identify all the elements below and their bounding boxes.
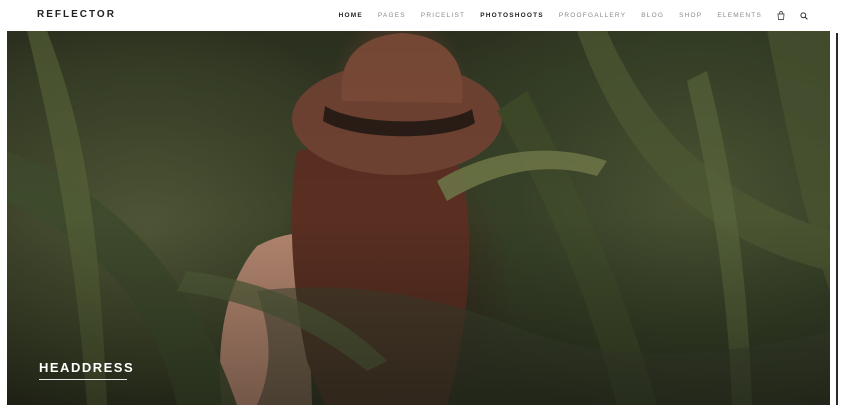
hero-overlay: [7, 31, 830, 405]
nav-item-home[interactable]: HOME: [339, 12, 363, 19]
hero-title[interactable]: HEADDRESS: [39, 360, 134, 375]
shopping-bag-icon[interactable]: [776, 11, 785, 20]
hero-title-underline: [39, 379, 127, 380]
nav-item-photoshoots[interactable]: PHOTOSHOOTS: [480, 12, 544, 19]
nav-item-proofgallery[interactable]: PROOFGALLERY: [559, 12, 626, 19]
search-icon[interactable]: [799, 11, 808, 20]
hero-slider[interactable]: HEADDRESS: [7, 31, 830, 405]
nav-item-blog[interactable]: BLOG: [641, 12, 664, 19]
nav-item-elements[interactable]: ELEMENTS: [717, 12, 762, 19]
main-nav: HOME PAGES PRICELIST PHOTOSHOOTS PROOFGA…: [324, 11, 808, 20]
nav-item-shop[interactable]: SHOP: [679, 12, 702, 19]
site-logo[interactable]: REFLECTOR: [37, 9, 116, 20]
vertical-scrollbar[interactable]: [836, 33, 838, 405]
nav-item-pages[interactable]: PAGES: [378, 12, 406, 19]
site-header: REFLECTOR HOME PAGES PRICELIST PHOTOSHOO…: [0, 0, 844, 31]
nav-item-pricelist[interactable]: PRICELIST: [421, 12, 465, 19]
